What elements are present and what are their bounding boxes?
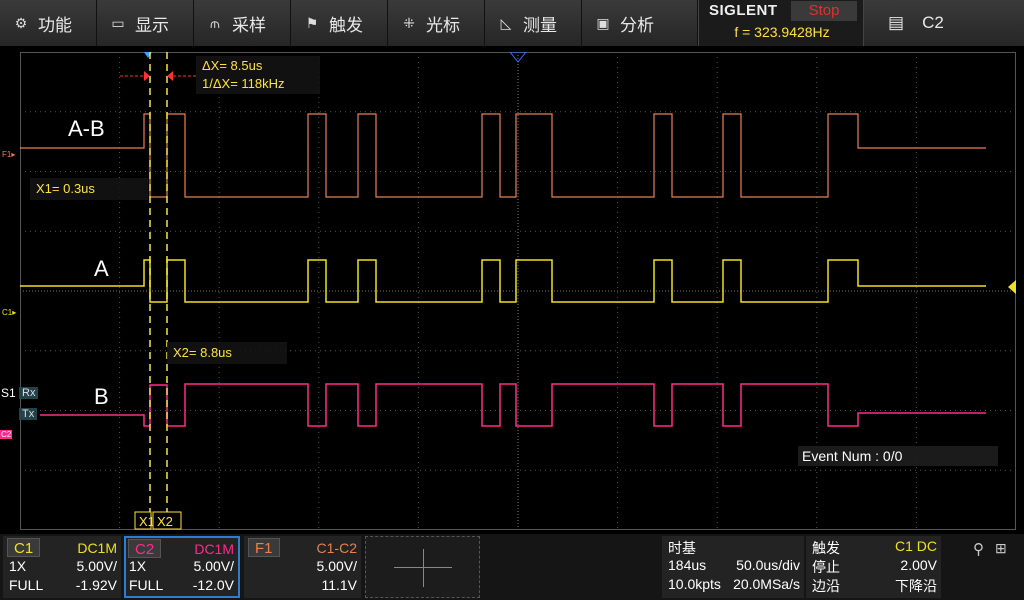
timebase-scale: 50.0us/div [736, 557, 800, 573]
c2-status-panel[interactable]: C2 DC1M 1X 5.00V/ FULL -12.0V [124, 536, 240, 598]
c1-badge: C1 [7, 538, 41, 557]
menu-acquire[interactable]: ⫙ 采样 [194, 0, 291, 46]
menu-trigger[interactable]: ⚑ 触发 [291, 0, 388, 46]
cursor-grid-icon: ⁜ [403, 14, 415, 31]
trigger-source: C1 DC [894, 538, 937, 554]
event-num-readout: Event Num : 0/0 [798, 446, 998, 466]
trigger-panel[interactable]: 触发 C1 DC 停止 2.00V 边沿 下降沿 [806, 536, 941, 598]
display-icon: ▭ [111, 14, 125, 31]
c1-bandwidth: FULL [9, 577, 44, 593]
delta-x-readout: ΔX= 8.5us 1/ΔX= 118kHz [196, 56, 320, 94]
frequency-counter: f = 323.9428Hz [734, 24, 830, 40]
cursor-x1-readout: X1= 0.3us [30, 178, 148, 200]
timebase-delay: 184us [668, 557, 707, 573]
settings-icon: ⚙ [14, 14, 28, 31]
cursor-x2-readout: X2= 8.8us [167, 342, 287, 364]
menu-measure[interactable]: ◺ 测量 [485, 0, 582, 46]
trace-label-b: B [94, 384, 109, 409]
trace-label-a-minus-b: A-B [68, 116, 105, 141]
trigger-flag-icon: ⚑ [305, 14, 319, 31]
top-menu-bar: ⚙ 功能 ▭ 显示 ⫙ 采样 ⚑ 触发 ⁜ 光标 ◺ 测量 ▣ 分析 SIGLENT Stop… [0, 0, 1024, 46]
f1-offset-marker[interactable]: F1▸ [2, 150, 15, 159]
delta-arrowhead-left [144, 71, 150, 81]
c2-scale: 5.00V/ [193, 558, 234, 574]
c2-bandwidth: FULL [129, 577, 164, 593]
time-center-marker [509, 52, 527, 63]
timebase-panel[interactable]: 时基 184us 50.0us/div 10.0kpts 20.0MSa/s [662, 536, 804, 598]
status-header: SIGLENT Stop f = 323.9428Hz [698, 0, 864, 46]
measure-icon: ◺ [500, 14, 512, 31]
f1-status-panel[interactable]: F1 C1-C2 5.00V/ 11.1V [244, 536, 361, 598]
channel-offset-markers: F1▸ C1▸ C2 [0, 46, 20, 536]
channel-select-button[interactable]: ▤ C2 [864, 0, 1024, 46]
memory-depth: 10.0kpts [668, 576, 721, 592]
c1-probe: 1X [9, 558, 27, 574]
serial-bus-label: S1 [1, 386, 16, 400]
timebase-title: 时基 [668, 540, 696, 556]
brand-logo: SIGLENT [709, 2, 778, 19]
add-channel-slot[interactable] [365, 536, 480, 598]
channel-icon: ▤ [888, 13, 905, 32]
channel-b-trace [40, 383, 986, 427]
c1-coupling: DC1M [77, 540, 117, 556]
bottom-status-bar: C1 DC1M 1X 5.00V/ FULL -1.92V C2 DC1M 1X 5.… [0, 534, 1024, 600]
cursor-x2-tag-label: X2 [157, 514, 173, 529]
analysis-icon: ▣ [596, 14, 610, 31]
c1-status-panel[interactable]: C1 DC1M 1X 5.00V/ FULL -1.92V [3, 536, 121, 598]
menu-display[interactable]: ▭ 显示 [97, 0, 194, 46]
menu-analysis[interactable]: ▣ 分析 [582, 0, 698, 46]
delta-arrowhead-right [167, 71, 173, 81]
c1-scale: 5.00V/ [76, 558, 117, 574]
trigger-type: 边沿 [812, 578, 840, 594]
trigger-level-marker[interactable] [1008, 280, 1016, 294]
trigger-title: 触发 [812, 540, 840, 556]
f1-offset: 11.1V [321, 577, 357, 593]
run-state-badge[interactable]: Stop [791, 1, 857, 21]
menu-utility[interactable]: ⚙ 功能 [0, 0, 97, 46]
sample-rate: 20.0MSa/s [733, 576, 800, 592]
channel-a-trace [20, 259, 986, 303]
c2-badge: C2 [128, 539, 162, 558]
trigger-level: 2.00V [900, 557, 937, 573]
network-icon: ⊞ [995, 540, 1007, 556]
trigger-state: 停止 [812, 559, 840, 575]
c1-offset-marker[interactable]: C1▸ [2, 308, 16, 317]
trigger-slope: 下降沿 [895, 578, 937, 594]
c2-offset: -12.0V [192, 577, 234, 593]
rx-label: Rx [19, 387, 39, 399]
usb-icon: ⚲ [973, 541, 984, 558]
trigger-position-marker[interactable] [144, 52, 152, 58]
c2-probe: 1X [129, 558, 147, 574]
acquire-icon: ⫙ [210, 14, 220, 31]
menu-cursors[interactable]: ⁜ 光标 [388, 0, 485, 46]
trace-label-a: A [94, 256, 109, 281]
c2-offset-marker[interactable]: C2 [0, 430, 13, 439]
f1-badge: F1 [248, 538, 280, 557]
math-trace-a-minus-b [20, 113, 986, 198]
c2-coupling: DC1M [194, 541, 234, 557]
plus-icon-v [423, 549, 424, 587]
tx-label: Tx [19, 408, 38, 420]
c1-offset: -1.92V [75, 577, 117, 593]
f1-scale: 5.00V/ [316, 558, 357, 574]
f1-expression: C1-C2 [316, 540, 357, 556]
